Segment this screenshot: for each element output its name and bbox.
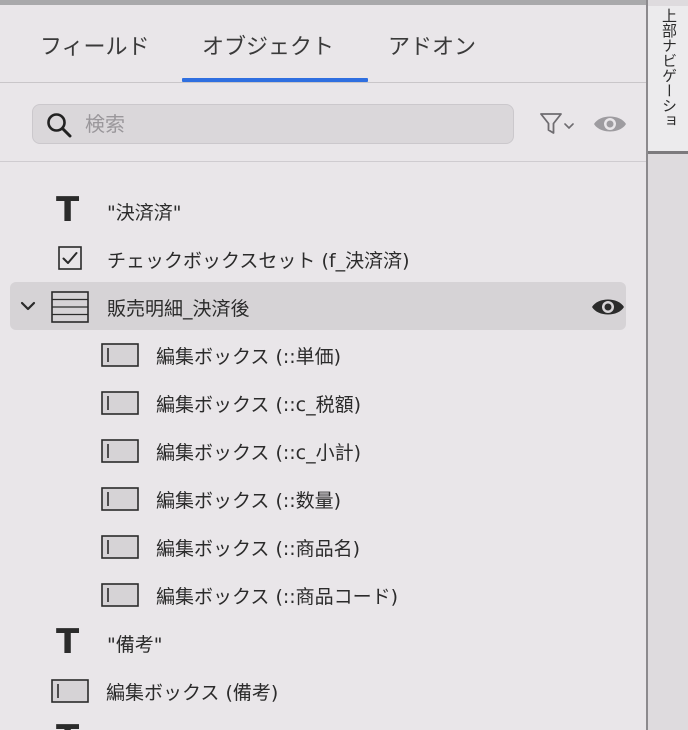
filter-icon[interactable] — [538, 110, 578, 138]
list-item-label: 編集ボックス (::単価) — [156, 346, 342, 368]
list-item-selected[interactable]: 販売明細_決済後 — [10, 282, 626, 330]
list-item[interactable]: 編集ボックス (::c_小計) — [0, 426, 646, 474]
edit-box-icon — [101, 535, 139, 559]
list-item-label: 編集ボックス (::c_小計) — [156, 442, 362, 464]
list-item-label: "備考" — [107, 634, 163, 656]
search-box — [32, 104, 514, 144]
list-item-label: 編集ボックス (::数量) — [156, 490, 342, 512]
list-item[interactable]: 編集ボックス (::数量) — [0, 474, 646, 522]
list-item[interactable]: 編集ボックス (::単価) — [0, 330, 646, 378]
tab-fields[interactable]: フィールド — [40, 29, 150, 61]
edit-box-icon — [101, 439, 139, 463]
list-item[interactable]: 編集ボックス (::商品コード) — [0, 570, 646, 618]
edit-box-icon — [101, 343, 139, 367]
edit-box-icon — [51, 679, 89, 703]
list-item[interactable]: 編集ボックス (::商品名) — [0, 522, 646, 570]
search-row — [0, 84, 646, 162]
portal-icon — [51, 291, 89, 323]
text-icon: T — [56, 622, 80, 662]
list-item-label: 編集ボックス (::商品コード) — [156, 586, 399, 608]
list-item-partial[interactable]: T — [0, 714, 646, 730]
list-item[interactable]: T "備考" — [0, 618, 646, 666]
inspector-tabs: フィールド オブジェクト アドオン — [0, 5, 646, 83]
active-tab-indicator — [182, 78, 368, 82]
eye-icon[interactable] — [592, 112, 628, 136]
edit-box-icon — [101, 487, 139, 511]
chevron-down-icon[interactable] — [18, 296, 38, 316]
top-navigation-tab-label: 上部ナビゲーショ — [660, 8, 678, 128]
list-item[interactable]: 編集ボックス (備考) — [0, 666, 646, 714]
eye-icon[interactable] — [590, 295, 626, 319]
tab-addons[interactable]: アドオン — [388, 29, 476, 61]
list-item-label: 編集ボックス (::商品名) — [156, 538, 361, 560]
list-item-label: 編集ボックス (備考) — [106, 682, 279, 704]
list-item-label: 編集ボックス (::c_税額) — [156, 394, 362, 416]
list-item-label: "決済済" — [107, 202, 182, 224]
list-item[interactable]: チェックボックスセット (f_決済済) — [0, 234, 646, 282]
checkbox-icon — [58, 246, 82, 270]
text-icon: T — [56, 720, 79, 730]
list-item[interactable]: 編集ボックス (::c_税額) — [0, 378, 646, 426]
tab-objects[interactable]: オブジェクト — [202, 29, 334, 61]
edit-box-icon — [101, 391, 139, 415]
search-icon — [47, 113, 72, 138]
list-item-label: 販売明細_決済後 — [107, 298, 250, 320]
text-icon: T — [56, 190, 80, 230]
search-input[interactable] — [85, 109, 495, 139]
edit-box-icon — [101, 583, 139, 607]
list-item-label: チェックボックスセット (f_決済済) — [107, 250, 410, 272]
list-item[interactable]: T "決済済" — [0, 186, 646, 234]
